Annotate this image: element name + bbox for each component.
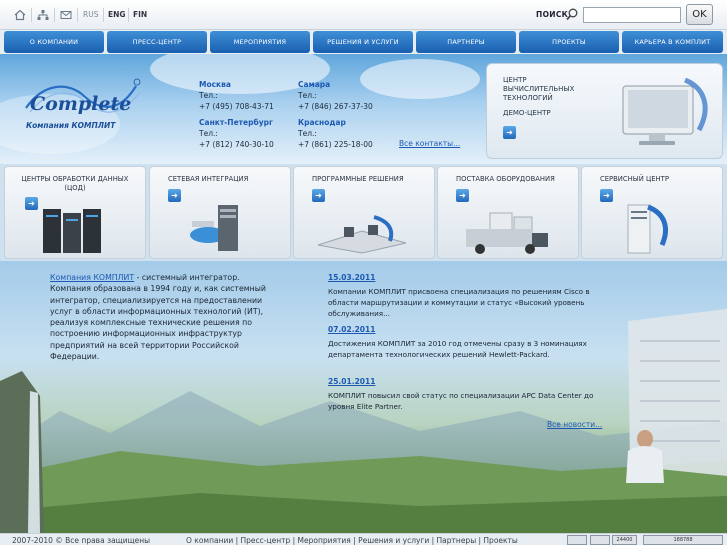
nav-item-press[interactable]: ПРЕСС-ЦЕНТР — [107, 31, 207, 53]
all-contacts-link[interactable]: Все контакты... — [399, 139, 460, 148]
contact-tel-label: Тел.: — [298, 91, 317, 100]
demo-center-card[interactable]: ЦЕНТР ВЫЧИСЛИТЕЛЬНЫХ ТЕХНОЛОГИЙ ДЕМО-ЦЕН… — [486, 63, 723, 159]
contact-phone-moscow: +7 (495) 708-43-71 — [199, 102, 274, 111]
office-illustration — [317, 215, 407, 254]
arrow-right-icon[interactable]: ➜ — [312, 189, 325, 202]
divider — [31, 8, 32, 22]
lang-eng[interactable]: ENG — [108, 10, 126, 19]
counter-badge[interactable] — [567, 535, 587, 545]
contact-tel-label: Тел.: — [298, 129, 317, 138]
contact-tel-label: Тел.: — [199, 129, 218, 138]
home-icon[interactable] — [14, 9, 26, 21]
contact-city-samara: Самара — [298, 80, 331, 89]
counter-badge[interactable]: 188788 — [643, 535, 723, 545]
copyright-text: 2007-2010 © Все права защищены — [12, 536, 151, 545]
all-news-link[interactable]: Все новости... — [547, 420, 602, 429]
divider — [128, 8, 129, 22]
cloud — [360, 59, 480, 99]
search-label: ПОИСК — [536, 10, 569, 19]
contact-city-moscow: Москва — [199, 80, 231, 89]
divider — [77, 8, 78, 22]
category-cards: ЦЕНТРЫ ОБРАБОТКИ ДАННЫХ (ЦОД) ➜ СЕТЕВАЯ И… — [0, 164, 727, 261]
main-content: Компания КОМПЛИТ - системный интегратор.… — [0, 261, 727, 533]
footer-link-about[interactable]: О компании — [186, 536, 233, 545]
nav-item-partners[interactable]: ПАРТНЕРЫ — [416, 31, 516, 53]
truck-illustration — [466, 212, 548, 254]
company-link[interactable]: Компания КОМПЛИТ — [50, 273, 134, 282]
arrow-right-icon[interactable]: ➜ — [503, 126, 516, 139]
contact-phone-spb: +7 (812) 740-30-10 — [199, 140, 274, 149]
company-logo[interactable]: Complete — [24, 74, 144, 124]
footer: 2007-2010 © Все права защищены О компани… — [0, 533, 727, 545]
contact-tel-label: Тел.: — [199, 91, 218, 100]
nav-item-projects[interactable]: ПРОЕКТЫ — [519, 31, 619, 53]
nav-item-solutions[interactable]: РЕШЕНИЯ И УСЛУГИ — [313, 31, 413, 53]
footer-links: О компании | Пресс-центр | Мероприятия |… — [186, 536, 518, 545]
main-nav: О КОМПАНИИ ПРЕСС-ЦЕНТР МЕРОПРИЯТИЯ РЕШЕН… — [0, 30, 727, 54]
mail-icon[interactable] — [60, 9, 72, 21]
demo-center-subtitle: ДЕМО-ЦЕНТР — [503, 109, 551, 117]
contact-city-krasnodar: Краснодар — [298, 118, 346, 127]
divider — [103, 8, 104, 22]
service-illustration — [627, 204, 668, 254]
news-item-text: Достижения КОМПЛИТ за 2010 год отмечены … — [328, 339, 587, 359]
nav-item-about[interactable]: О КОМПАНИИ — [4, 31, 104, 53]
footer-link-press[interactable]: Пресс-центр — [241, 536, 291, 545]
demo-center-title: ЦЕНТР ВЫЧИСЛИТЕЛЬНЫХ ТЕХНОЛОГИЙ — [503, 76, 575, 102]
sitemap-icon[interactable] — [37, 9, 49, 21]
news-date-link[interactable]: 25.01.2011 — [328, 377, 375, 386]
search-input[interactable] — [583, 7, 681, 23]
search-icon — [566, 8, 578, 21]
category-title: СЕТЕВАЯ ИНТЕГРАЦИЯ — [168, 175, 249, 183]
footer-link-partners[interactable]: Партнеры — [437, 536, 477, 545]
category-card-equipment[interactable]: ПОСТАВКА ОБОРУДОВАНИЯ ➜ — [437, 166, 579, 259]
counter-badge[interactable]: 24400 — [612, 535, 637, 545]
divider — [54, 8, 55, 22]
category-title: СЕРВИСНЫЙ ЦЕНТР — [600, 175, 669, 183]
logo-subtitle: Компания КОМПЛИТ — [26, 121, 116, 130]
nav-item-career[interactable]: КАРЬЕРА В КОМПЛИТ — [622, 31, 723, 53]
contact-phone-krasnodar: +7 (861) 225-18-00 — [298, 140, 373, 149]
lang-rus[interactable]: RUS — [83, 10, 98, 19]
arrow-right-icon[interactable]: ➜ — [25, 197, 38, 210]
category-title: ПРОГРАММНЫЕ РЕШЕНИЯ — [312, 175, 404, 183]
contact-city-spb: Санкт-Петербург — [199, 118, 273, 127]
news-item-text: КОМПЛИТ повысил свой статус по специализ… — [328, 391, 594, 411]
monitor-illustration — [622, 78, 708, 145]
logo-text: Complete — [30, 93, 131, 115]
footer-link-solutions[interactable]: Решения и услуги — [358, 536, 429, 545]
intro-text: - системный интегратор. Компания образов… — [50, 273, 266, 362]
footer-link-events[interactable]: Мероприятия — [298, 536, 351, 545]
category-card-service[interactable]: СЕРВИСНЫЙ ЦЕНТР ➜ — [581, 166, 723, 259]
company-intro: Компания КОМПЛИТ - системный интегратор.… — [50, 272, 280, 362]
contact-phone-samara: +7 (846) 267-37-30 — [298, 102, 373, 111]
category-card-data-centers[interactable]: ЦЕНТРЫ ОБРАБОТКИ ДАННЫХ (ЦОД) ➜ — [4, 166, 146, 259]
server-rack-illustration — [43, 209, 101, 253]
top-bar: RUS ENG FIN ПОИСК OK — [0, 0, 727, 30]
news-date-link[interactable]: 07.02.2011 — [328, 325, 375, 334]
lang-fin[interactable]: FIN — [133, 10, 147, 19]
counter-badge[interactable] — [590, 535, 610, 545]
category-card-software[interactable]: ПРОГРАММНЫЕ РЕШЕНИЯ ➜ — [293, 166, 435, 259]
category-card-network[interactable]: СЕТЕВАЯ ИНТЕГРАЦИЯ ➜ — [149, 166, 291, 259]
footer-link-projects[interactable]: Проекты — [483, 536, 517, 545]
arrow-right-icon[interactable]: ➜ — [456, 189, 469, 202]
nav-item-events[interactable]: МЕРОПРИЯТИЯ — [210, 31, 310, 53]
search-ok-button[interactable]: OK — [686, 4, 713, 25]
category-title: ЦЕНТРЫ ОБРАБОТКИ ДАННЫХ (ЦОД) — [21, 175, 129, 192]
network-illustration — [190, 205, 238, 251]
category-title: ПОСТАВКА ОБОРУДОВАНИЯ — [456, 175, 555, 183]
news-item-text: Компании КОМПЛИТ присвоена специализация… — [328, 287, 590, 318]
news-date-link[interactable]: 15.03.2011 — [328, 273, 375, 282]
